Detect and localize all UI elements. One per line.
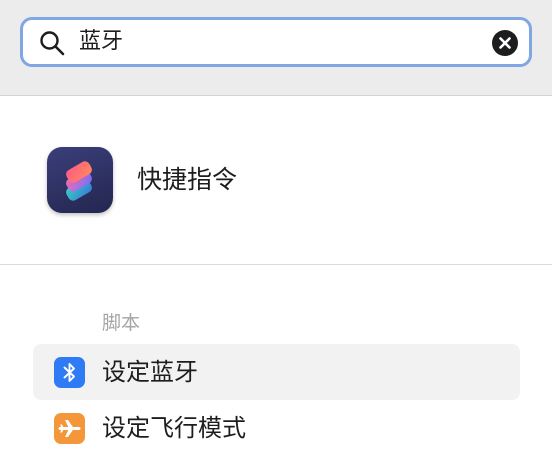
airplane-icon: [54, 413, 85, 444]
bluetooth-icon: [54, 357, 85, 388]
search-header: [0, 0, 552, 96]
search-field[interactable]: [20, 17, 532, 67]
close-circle-icon: [499, 37, 511, 49]
action-set-airplane-mode[interactable]: 设定飞行模式: [33, 400, 520, 456]
search-input[interactable]: [79, 26, 479, 58]
action-label: 设定蓝牙: [102, 358, 198, 386]
app-result-shortcuts[interactable]: 快捷指令: [0, 96, 552, 265]
section-divider: [0, 264, 552, 265]
spotlight-window: 快捷指令 脚本 设定蓝牙 设定飞行模式: [0, 0, 552, 474]
clear-search-button[interactable]: [492, 30, 518, 56]
action-label: 设定飞行模式: [102, 414, 246, 442]
shortcuts-app-icon: [47, 147, 113, 213]
app-name: 快捷指令: [137, 165, 238, 194]
action-set-bluetooth[interactable]: 设定蓝牙: [33, 344, 520, 400]
section-header-scripts: 脚本: [102, 312, 141, 334]
search-icon: [40, 31, 65, 56]
